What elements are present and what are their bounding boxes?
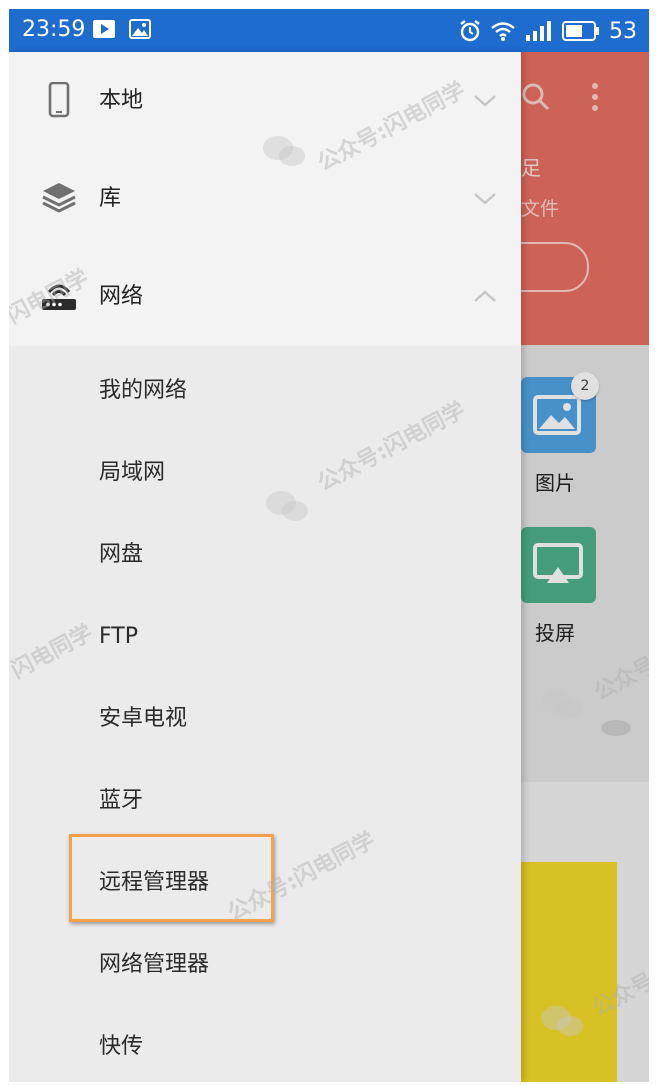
status-time: 23:59 (22, 17, 86, 42)
alarm-icon (460, 20, 480, 42)
signal-icon (526, 21, 551, 41)
drawer-item-local-label: 本地 (99, 88, 144, 113)
network-item-ftp[interactable]: FTP (99, 596, 499, 678)
drawer-scrim[interactable] (521, 52, 649, 1082)
network-item-android-tv[interactable]: 安卓电视 (99, 678, 499, 760)
image-notification-icon (129, 19, 151, 39)
drawer-item-local[interactable]: 本地 (9, 52, 521, 150)
router-icon (42, 284, 76, 310)
network-item-bluetooth[interactable]: 蓝牙 (99, 760, 499, 842)
video-notification-icon (93, 20, 115, 38)
chevron-down-icon (474, 95, 496, 107)
network-item-cloud-drive[interactable]: 网盘 (99, 514, 499, 596)
battery-icon (562, 21, 599, 41)
network-item-lan[interactable]: 局域网 (99, 432, 499, 514)
status-bar: 23:59 53 (9, 9, 649, 52)
highlight-box (69, 834, 274, 922)
network-item-network-manager[interactable]: 网络管理器 (99, 924, 499, 1006)
drawer-item-network[interactable]: 网络 (9, 248, 521, 346)
drawer-item-library[interactable]: 库 (9, 150, 521, 248)
chevron-up-icon (474, 290, 496, 302)
chevron-down-icon (474, 193, 496, 205)
wifi-icon (491, 22, 515, 41)
battery-level: 53 (609, 18, 637, 44)
layers-icon (42, 183, 76, 213)
network-item-quick-send[interactable]: 快传 (99, 1006, 499, 1082)
phone-icon (48, 82, 70, 118)
navigation-drawer: 本地 库 网络 我的网络 局域网 网盘 FTP 安卓电视 蓝牙 远程管理器 网络… (9, 52, 521, 1082)
drawer-item-network-label: 网络 (99, 284, 144, 309)
phone-screen: 23:59 53 足 文件 2 图片 投屏 本地 库 网络 我的网络 局域网 网… (9, 9, 649, 1082)
drawer-item-library-label: 库 (99, 186, 122, 211)
network-item-my-network[interactable]: 我的网络 (99, 350, 499, 432)
